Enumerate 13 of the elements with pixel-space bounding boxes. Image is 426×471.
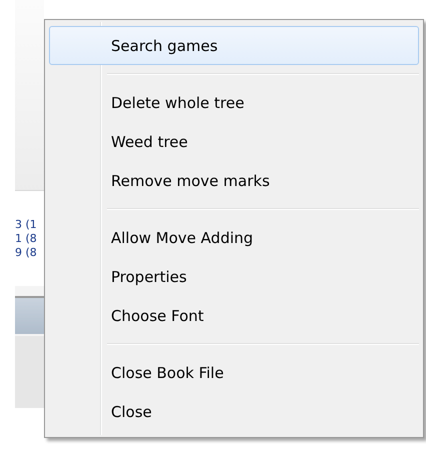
list-row-text: 9 (8 [15,246,38,260]
menu-item[interactable]: Remove move marks [49,161,419,200]
menu-item[interactable]: Allow Move Adding [49,218,419,257]
list-row-text: 1 (8 [15,232,38,246]
list-row-text: 3 (1 [15,218,38,232]
menu-item[interactable]: Close [49,392,419,431]
header-bar [15,298,44,334]
menu-item[interactable]: Weed tree [49,122,419,161]
menu-item[interactable]: Close Book File [49,353,419,392]
menu-item[interactable]: Choose Font [49,296,419,335]
menu-item[interactable]: Delete whole tree [49,83,419,122]
menu-item[interactable]: Properties [49,257,419,296]
menu-item[interactable]: Search games [49,26,419,65]
